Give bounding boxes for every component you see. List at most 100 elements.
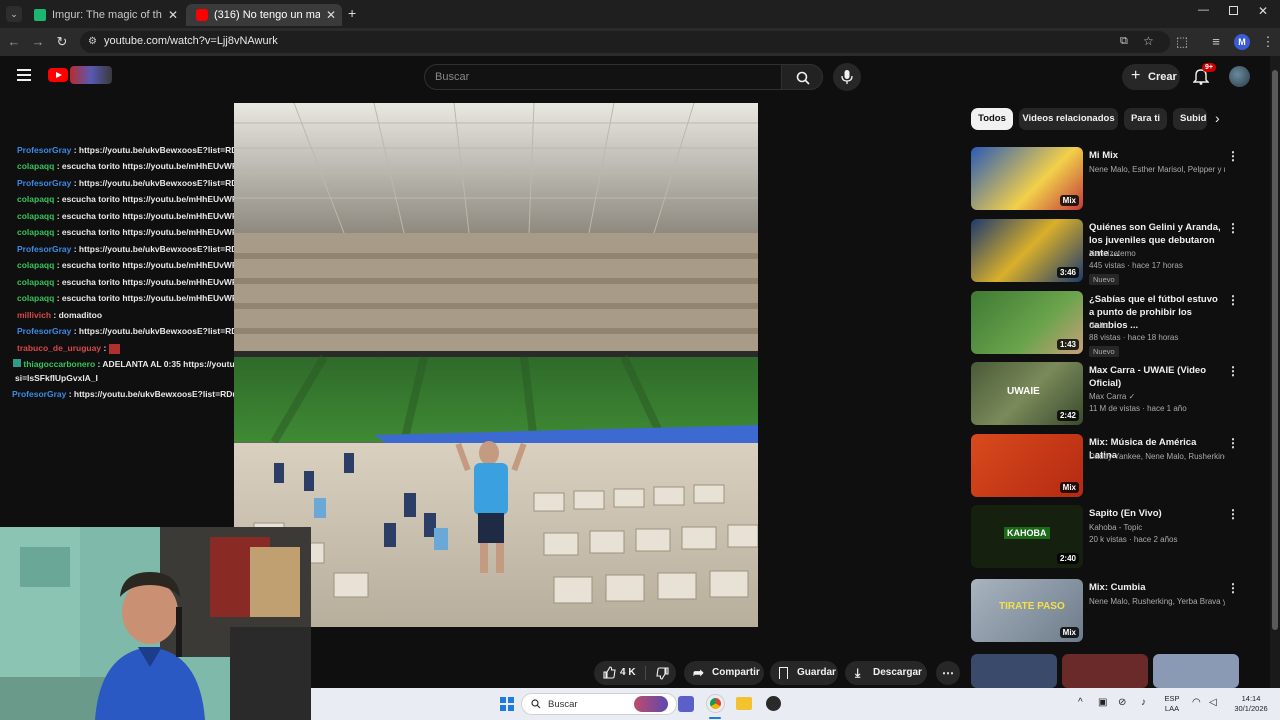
voice-search-button[interactable] [833,63,861,91]
search-button[interactable] [781,64,823,90]
file-explorer-icon[interactable] [736,697,752,710]
obs-app-icon[interactable] [766,696,781,711]
chip-todos[interactable]: Todos [971,108,1013,130]
site-info-icon[interactable]: ⚙ [88,36,97,47]
search-input[interactable]: Buscar [424,64,782,90]
more-vertical-icon[interactable]: ⋮ [1227,507,1239,521]
short-thumbnail[interactable] [971,654,1057,688]
more-vertical-icon[interactable]: ⋮ [1227,293,1239,307]
youtube-header: Buscar + Crear 9+ [0,56,1270,98]
chrome-menu-icon[interactable]: ⋮ [1260,34,1276,50]
rec-stats: 11 M de vistas · hace 1 año [1089,404,1187,413]
scrollbar-thumb[interactable] [1272,70,1278,630]
tray-wifi-icon[interactable]: ◠ [1192,697,1201,708]
back-arrow-icon[interactable]: ← [6,34,22,50]
download-label: Descargar [873,667,922,678]
more-vertical-icon[interactable]: ⋮ [1227,221,1239,235]
taskbar-search-input[interactable]: Buscar [521,693,677,715]
download-icon: ⤓ [855,666,861,680]
video-thumbnail[interactable]: 1:43 [971,291,1083,354]
like-button[interactable]: 4 K [594,661,644,685]
extensions-icon[interactable]: ⬚ [1174,34,1190,50]
shorts-row-thumbnails[interactable] [971,654,1239,688]
video-thumbnail[interactable]: UWAIE 2:42 [971,362,1083,425]
browser-tab-bar: ⌄ Imgur: The magic of the Interne ✕ (316… [0,0,1280,28]
video-player[interactable] [234,103,758,627]
download-button[interactable]: ⤓ Descargar [845,661,927,685]
more-vertical-icon[interactable]: ⋮ [1227,581,1239,595]
notifications-button[interactable]: 9+ [1192,63,1216,90]
rec-item[interactable]: Mix Mi Mix Nene Malo, Esther Marisol, Pe… [971,147,1239,213]
rec-item[interactable]: UWAIE 2:42 Max Carra - UWAIE (Video Ofic… [971,362,1239,428]
rec-item[interactable]: 1:43 ¿Sabías que el fútbol estuvo a punt… [971,291,1239,357]
language-indicator[interactable]: ESP LAA [1161,694,1183,714]
thumbs-up-icon [603,666,616,679]
page-scrollbar[interactable] [1270,56,1280,688]
chips-next-chevron-icon[interactable]: › [1215,110,1220,126]
video-thumbnail[interactable]: KAHOBA 2:40 [971,505,1083,568]
hamburger-menu-icon[interactable] [17,69,31,81]
create-button[interactable]: + Crear [1122,64,1180,90]
chip-videos-relacionados[interactable]: Videos relacionados [1019,108,1118,130]
more-vertical-icon[interactable]: ⋮ [1227,436,1239,450]
close-tab-icon[interactable]: ✕ [326,4,336,26]
url-field[interactable]: ⚙ youtube.com/watch?v=Ljj8vNAwurk ⧉ ☆ [80,31,1170,53]
new-badge: Nuevo [1089,274,1119,285]
video-thumbnail[interactable]: Mix [971,434,1083,497]
rec-channel: Daddy Yankee, Nene Malo, Rusherking y ..… [1089,452,1225,461]
close-tab-icon[interactable]: ✕ [168,4,178,26]
tab-title: Imgur: The magic of the Interne [52,9,162,21]
video-thumbnail[interactable]: TIRATE PASO Mix [971,579,1083,642]
language-code: ESP [1164,694,1180,703]
tab-youtube[interactable]: (316) No tengo un mango y ve ✕ [186,4,342,26]
tray-chevron-icon[interactable]: ^ [1078,697,1083,708]
reload-icon[interactable]: ↻ [54,34,70,50]
imgur-favicon-icon [34,9,46,21]
profile-avatar[interactable]: M [1234,34,1250,50]
streamer-webcam-feed [0,527,311,720]
dislike-button[interactable] [650,661,676,685]
rec-title: Mix: Cumbia [1089,582,1146,593]
more-actions-button[interactable]: ⋯ [936,661,960,685]
teams-icon[interactable] [678,696,694,712]
tray-mic-icon[interactable]: ♪ [1141,697,1146,708]
chrome-icon[interactable] [707,695,724,712]
clock[interactable]: 14:14 30/1/2026 [1226,694,1276,714]
rec-item[interactable]: 3:46 Quiénes son Gelini y Aranda, los ju… [971,219,1239,285]
short-thumbnail[interactable] [1153,654,1239,688]
video-thumbnail[interactable]: 3:46 [971,219,1083,282]
short-thumbnail[interactable] [1062,654,1148,688]
bookmark-star-icon[interactable]: ☆ [1143,34,1154,48]
tray-volume-icon[interactable]: ◁ [1209,697,1217,708]
taskbar-active-indicator [709,717,721,719]
youtube-logo-icon[interactable] [48,68,68,82]
share-button[interactable]: ➦ Compartir [684,661,764,685]
chip-subidos[interactable]: Subid [1173,108,1207,130]
webcam-overlay [0,527,311,720]
video-thumbnail[interactable]: Mix [971,147,1083,210]
media-controls-icon[interactable]: ≡ [1208,34,1224,50]
install-app-icon[interactable]: ⧉ [1120,35,1128,48]
forward-arrow-icon[interactable]: → [30,34,46,50]
minimize-button[interactable]: — [1198,4,1209,16]
save-label: Guardar [797,667,836,678]
more-vertical-icon[interactable]: ⋮ [1227,364,1239,378]
chip-para-ti[interactable]: Para ti [1124,108,1167,130]
tab-search-button[interactable]: ⌄ [6,6,22,22]
tray-app-icon[interactable]: ▣ [1098,697,1107,708]
save-button[interactable]: Guardar [770,661,838,685]
new-tab-button[interactable]: + [348,5,356,21]
doodle-logo-icon[interactable] [70,66,112,84]
rec-item[interactable]: TIRATE PASO Mix Mix: Cumbia Nene Malo, R… [971,579,1239,645]
tab-imgur[interactable]: Imgur: The magic of the Interne ✕ [24,4,184,26]
rec-item[interactable]: KAHOBA 2:40 Sapito (En Vivo) Kahoba - To… [971,505,1239,571]
windows-taskbar: Buscar ^ ▣ ⊘ ♪ ESP LAA ◠ ◁ 14:14 30/1/20… [311,688,1280,720]
microphone-icon [841,70,853,84]
maximize-button[interactable] [1229,6,1238,15]
more-vertical-icon[interactable]: ⋮ [1227,149,1239,163]
close-window-button[interactable]: ✕ [1258,4,1268,18]
windows-start-icon[interactable] [500,697,514,711]
tray-network-icon[interactable]: ⊘ [1118,697,1126,708]
rec-item[interactable]: Mix Mix: Música de América Latina Daddy … [971,434,1239,500]
channel-avatar[interactable] [1229,66,1250,87]
